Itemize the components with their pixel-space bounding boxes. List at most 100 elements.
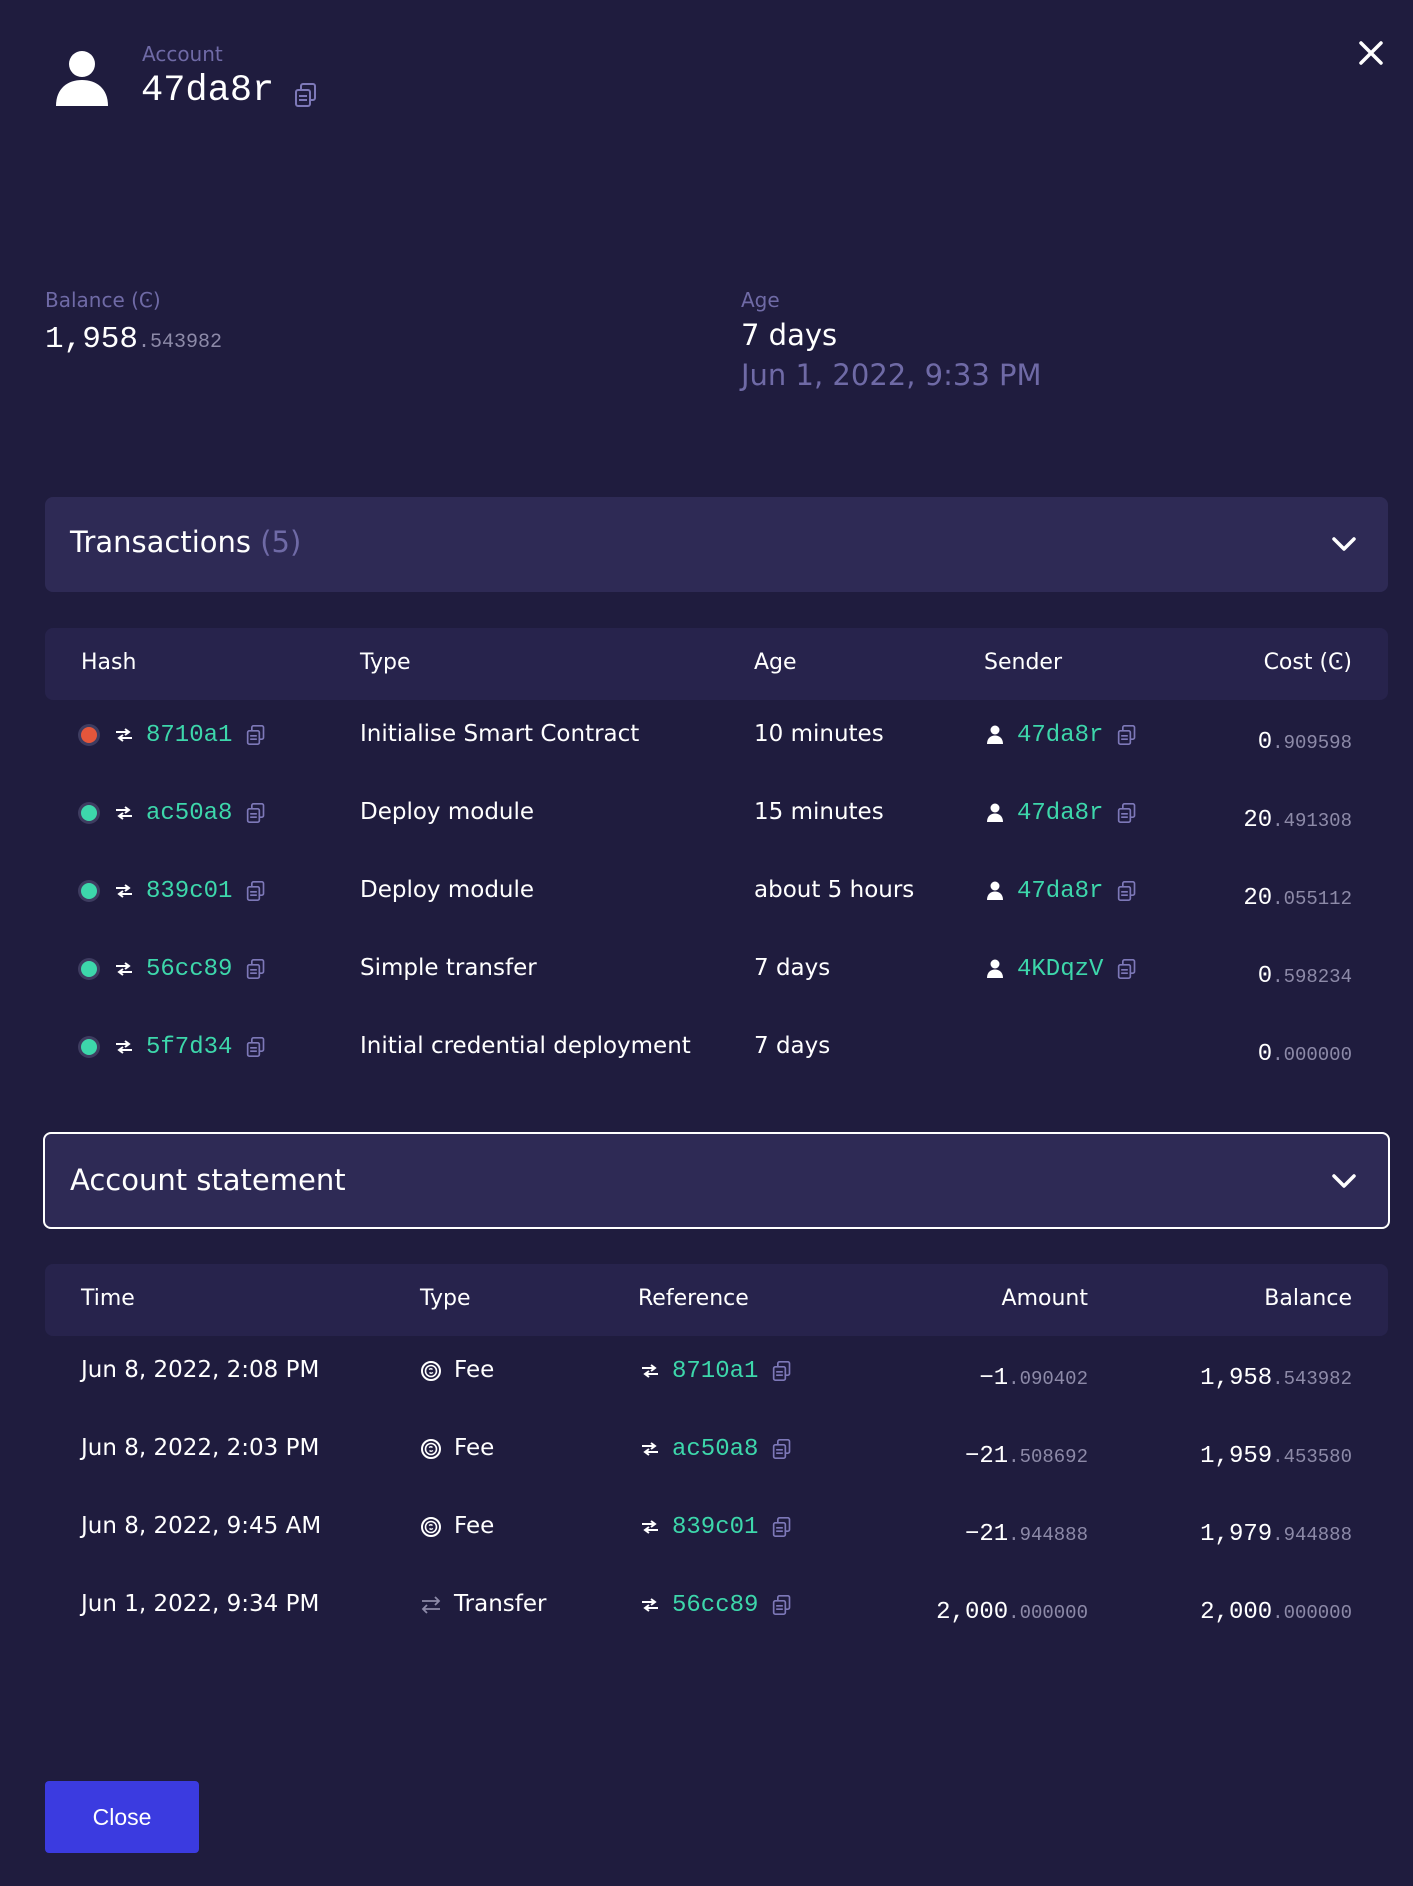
sender-cell: 47da8r [986, 851, 1137, 929]
amount-decimals: .000000 [1008, 1602, 1088, 1624]
close-button[interactable]: Close [45, 1781, 199, 1853]
copy-icon[interactable] [772, 1594, 792, 1616]
table-row[interactable]: 839c01 Deploy module about 5 hours 47da8r 20… [45, 851, 1388, 929]
copy-icon[interactable] [294, 82, 318, 108]
amount-integer: −1 [979, 1365, 1009, 1392]
sender-link[interactable]: 47da8r [1017, 800, 1103, 827]
balance-value: 1,958.543982 [45, 322, 223, 357]
table-row[interactable]: Jun 8, 2022, 2:03 PM Fee ac50a8 −21.508692 1… [45, 1409, 1388, 1487]
cost-decimals: .055112 [1272, 888, 1352, 910]
user-icon [56, 51, 108, 106]
cost-integer: 0 [1257, 729, 1273, 756]
time-cell: Jun 8, 2022, 2:03 PM [81, 1435, 320, 1461]
reference-link[interactable]: ac50a8 [672, 1436, 758, 1463]
col-hash: Hash [81, 650, 137, 675]
account-statement-section-header[interactable]: Account statement [43, 1132, 1390, 1229]
user-icon [986, 877, 1004, 903]
age-cell: 7 days [754, 955, 831, 981]
type-cell: Fee [420, 1331, 494, 1409]
balance-integer: 1,979 [1200, 1521, 1273, 1548]
copy-icon[interactable] [1117, 880, 1137, 902]
table-row[interactable]: Jun 8, 2022, 9:45 AM Fee 839c01 −21.944888 1… [45, 1487, 1388, 1565]
hash-link[interactable]: 839c01 [146, 878, 232, 905]
copy-icon[interactable] [772, 1360, 792, 1382]
table-row[interactable]: 5f7d34 Initial credential deployment 7 day… [45, 1007, 1388, 1085]
sender-link[interactable]: 47da8r [1017, 722, 1103, 749]
reference-link[interactable]: 8710a1 [672, 1358, 758, 1385]
hash-link[interactable]: ac50a8 [146, 800, 232, 827]
copy-icon[interactable] [246, 958, 266, 980]
table-row[interactable]: ac50a8 Deploy module 15 minutes 47da8r 20.49… [45, 773, 1388, 851]
user-icon [986, 799, 1004, 825]
transactions-section-header[interactable]: Transactions (5) [45, 497, 1388, 592]
age-date: Jun 1, 2022, 9:33 PM [741, 358, 1042, 392]
cost-cell: 20.491308 [1243, 781, 1352, 859]
copy-icon[interactable] [246, 880, 266, 902]
type-label: Fee [454, 1513, 495, 1539]
reference-link[interactable]: 839c01 [672, 1514, 758, 1541]
copy-icon[interactable] [246, 802, 266, 824]
transaction-icon [115, 877, 133, 903]
transfer-icon [420, 1591, 442, 1617]
cost-cell: 0.909598 [1258, 703, 1352, 781]
cost-decimals: .598234 [1272, 966, 1352, 988]
transaction-icon [115, 721, 133, 747]
type-cell: Initial credential deployment [360, 1033, 691, 1059]
cost-integer: 20 [1243, 807, 1273, 834]
sender-link[interactable]: 4KDqzV [1017, 956, 1103, 983]
col-reference: Reference [638, 1286, 749, 1311]
reference-link[interactable]: 56cc89 [672, 1592, 758, 1619]
transaction-icon [641, 1591, 659, 1617]
cost-integer: 20 [1243, 885, 1273, 912]
age-cell: 7 days [754, 1033, 831, 1059]
hash-cell: 5f7d34 [81, 1007, 266, 1085]
cost-cell: 20.055112 [1243, 859, 1352, 937]
hash-cell: 839c01 [81, 851, 266, 929]
type-label: Fee [454, 1435, 495, 1461]
table-row[interactable]: 56cc89 Simple transfer 7 days 4KDqzV 0.59823… [45, 929, 1388, 1007]
amount-integer: 2,000 [936, 1599, 1009, 1626]
table-row[interactable]: 8710a1 Initialise Smart Contract 10 minute… [45, 695, 1388, 773]
status-indicator [81, 804, 97, 821]
hash-link[interactable]: 8710a1 [146, 722, 232, 749]
balance-decimals: .543982 [1272, 1368, 1352, 1390]
balance-cell: 1,959.453580 [1200, 1417, 1352, 1495]
col-amount: Amount [1001, 1286, 1088, 1311]
copy-icon[interactable] [1117, 802, 1137, 824]
hash-cell: 8710a1 [81, 695, 266, 773]
hash-link[interactable]: 5f7d34 [146, 1034, 232, 1061]
table-row[interactable]: Jun 8, 2022, 2:08 PM Fee 8710a1 −1.090402 1,… [45, 1331, 1388, 1409]
reference-cell: 839c01 [641, 1487, 792, 1565]
status-indicator [81, 726, 97, 743]
amount-decimals: .944888 [1008, 1524, 1088, 1546]
copy-icon[interactable] [246, 1036, 266, 1058]
amount-cell: 2,000.000000 [936, 1573, 1088, 1651]
balance-cell: 2,000.000000 [1200, 1573, 1352, 1651]
time-cell: Jun 1, 2022, 9:34 PM [81, 1591, 320, 1617]
amount-decimals: .508692 [1008, 1446, 1088, 1468]
table-row[interactable]: Jun 1, 2022, 9:34 PM Transfer 56cc89 2,000.… [45, 1565, 1388, 1643]
copy-icon[interactable] [1117, 724, 1137, 746]
balance-cell: 1,958.543982 [1200, 1339, 1352, 1417]
fee-icon [420, 1357, 442, 1383]
transaction-icon [641, 1435, 659, 1461]
balance-cell: 1,979.944888 [1200, 1495, 1352, 1573]
age-cell: 10 minutes [754, 721, 884, 747]
col-time: Time [81, 1286, 135, 1311]
col-type: Type [420, 1286, 471, 1311]
copy-icon[interactable] [772, 1438, 792, 1460]
type-cell: Deploy module [360, 799, 535, 825]
sender-link[interactable]: 47da8r [1017, 878, 1103, 905]
close-icon[interactable] [1356, 38, 1386, 68]
amount-integer: −21 [964, 1443, 1009, 1470]
balance-integer: 2,000 [1200, 1599, 1273, 1626]
transactions-table-header: Hash Type Age Sender Cost (Ͼ) [45, 628, 1388, 700]
copy-icon[interactable] [246, 724, 266, 746]
hash-link[interactable]: 56cc89 [146, 956, 232, 983]
copy-icon[interactable] [1117, 958, 1137, 980]
cost-integer: 0 [1257, 1041, 1273, 1068]
type-cell: Fee [420, 1487, 494, 1565]
user-icon [986, 955, 1004, 981]
amount-integer: −21 [964, 1521, 1009, 1548]
copy-icon[interactable] [772, 1516, 792, 1538]
